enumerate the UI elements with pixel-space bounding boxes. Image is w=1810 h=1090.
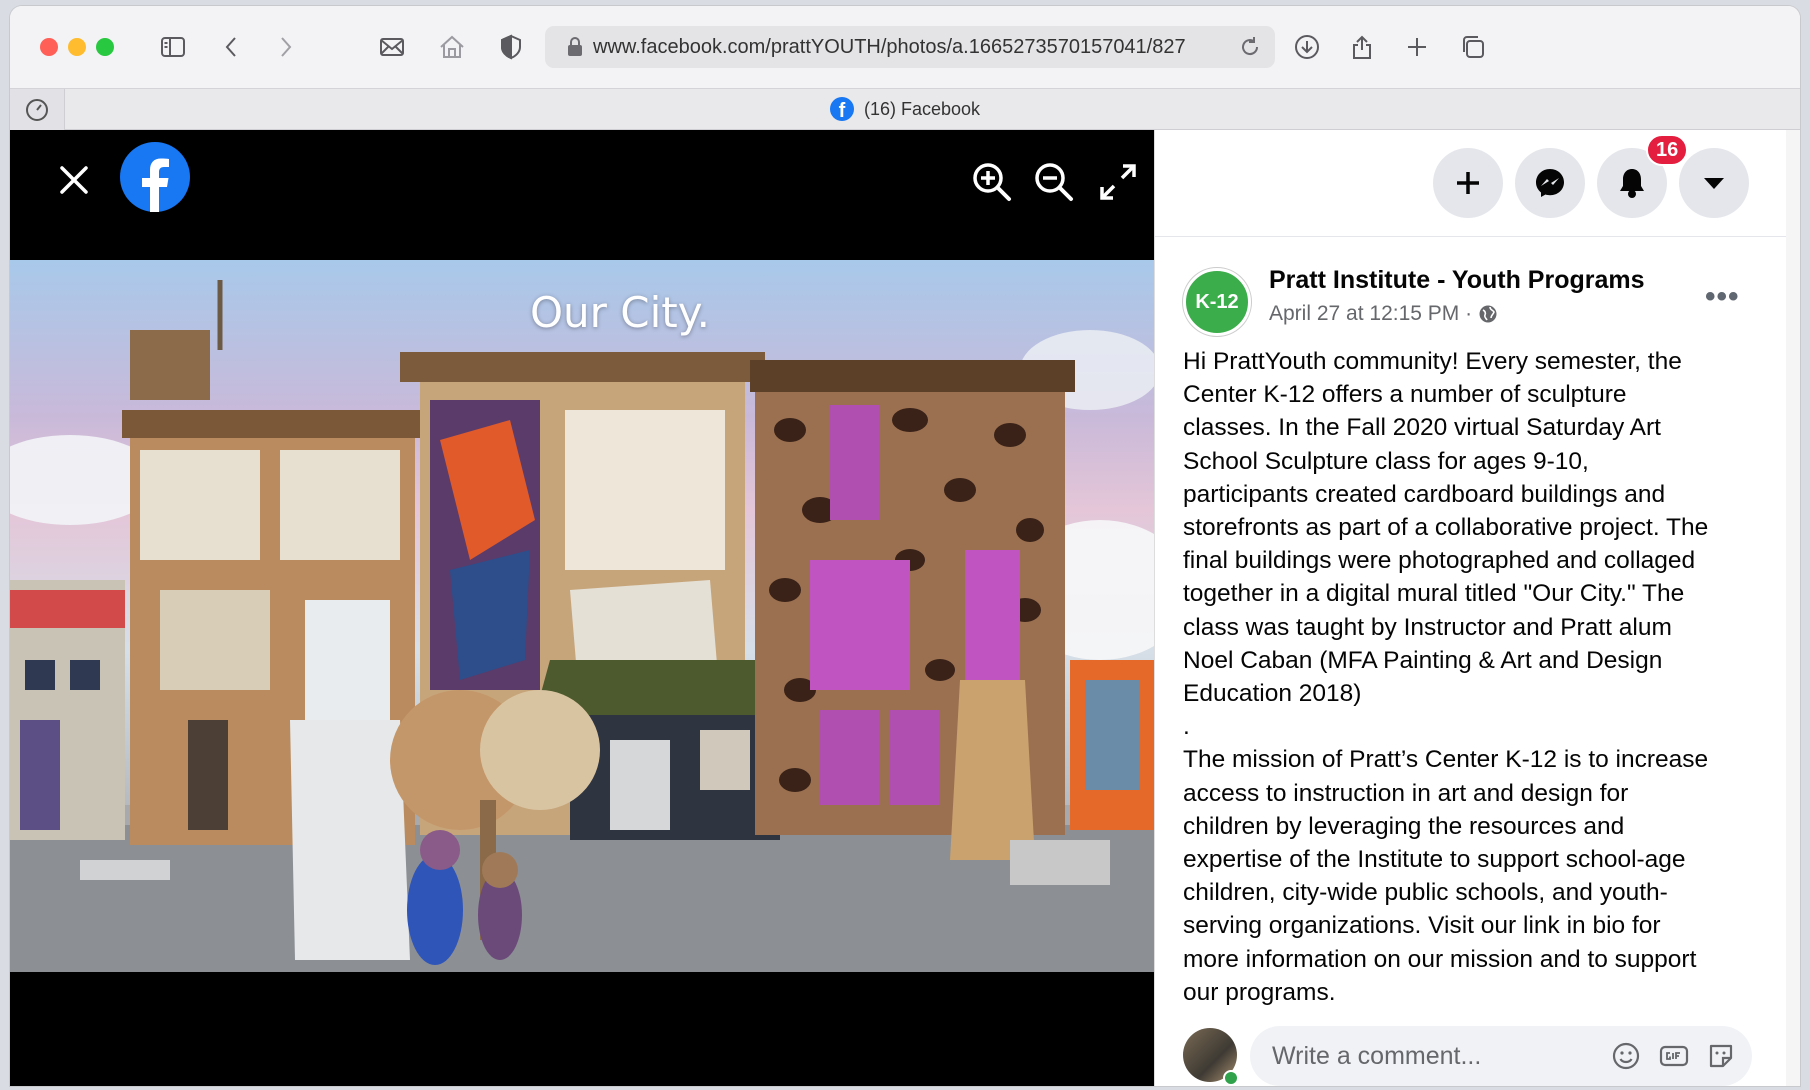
address-bar[interactable]: www.facebook.com/prattYOUTH/photos/a.166… [545, 26, 1275, 68]
notification-count-badge: 16 [1646, 134, 1689, 166]
zoom-in-icon[interactable] [970, 160, 1014, 204]
performance-gauge-icon[interactable] [10, 89, 65, 131]
post-photo[interactable]: Our City. [10, 260, 1154, 972]
caret-down-icon [1704, 178, 1724, 189]
active-tab[interactable]: f (16) Facebook [830, 97, 980, 121]
messenger-icon [1536, 169, 1564, 197]
photo-viewer: Our City. [10, 130, 1154, 1086]
fullscreen-icon[interactable] [1096, 160, 1140, 204]
url-text: www.facebook.com/prattYOUTH/photos/a.166… [593, 35, 1186, 58]
tab-strip: f (16) Facebook [10, 88, 1800, 131]
scrollbar[interactable] [1786, 130, 1800, 1086]
mail-icon[interactable] [375, 30, 409, 64]
facebook-favicon-icon: f [830, 97, 854, 121]
minimize-window-button[interactable] [68, 38, 86, 56]
tab-overview-icon[interactable] [1456, 30, 1490, 64]
sticker-icon[interactable] [1705, 1040, 1737, 1072]
bell-icon [1620, 169, 1644, 198]
privacy-shield-icon[interactable] [494, 30, 528, 64]
share-icon[interactable] [1345, 30, 1379, 64]
facebook-logo-icon[interactable] [120, 142, 190, 212]
lock-icon [568, 37, 582, 56]
close-icon[interactable] [54, 160, 94, 200]
post-timestamp-text: April 27 at 12:15 PM · [1269, 302, 1473, 325]
post-panel: K-12 Pratt Institute - Youth Programs Ap… [1154, 130, 1800, 1086]
comment-input[interactable]: Write a comment... [1250, 1026, 1752, 1086]
zoom-out-icon[interactable] [1032, 160, 1076, 204]
page-name-link[interactable]: Pratt Institute - Youth Programs [1269, 266, 1645, 295]
zoom-window-button[interactable] [96, 38, 114, 56]
post-options-button[interactable]: ••• [1705, 280, 1740, 314]
create-button[interactable] [1433, 148, 1503, 218]
emoji-icon[interactable] [1610, 1040, 1642, 1072]
close-window-button[interactable] [40, 38, 58, 56]
home-icon[interactable] [435, 30, 469, 64]
tab-title-text: (16) Facebook [864, 98, 981, 119]
photo-title-text: Our City. [530, 288, 710, 337]
reload-icon[interactable] [1237, 34, 1263, 60]
browser-window: www.facebook.com/prattYOUTH/photos/a.166… [10, 6, 1800, 1086]
browser-toolbar: www.facebook.com/prattYOUTH/photos/a.166… [10, 6, 1800, 88]
online-status-dot [1223, 1070, 1239, 1086]
post-text: Hi PrattYouth community! Every semester,… [1183, 348, 1709, 1006]
plus-icon [1457, 172, 1479, 194]
comment-placeholder: Write a comment... [1272, 1041, 1482, 1070]
post-timestamp[interactable]: April 27 at 12:15 PM · [1269, 302, 1498, 326]
window-controls [40, 38, 114, 56]
cardboard-city-illustration [10, 280, 1154, 972]
downloads-icon[interactable] [1290, 30, 1324, 64]
header-divider [1155, 236, 1800, 237]
gif-icon[interactable] [1658, 1040, 1690, 1072]
globe-icon [1479, 305, 1497, 323]
back-icon[interactable] [215, 30, 249, 64]
account-menu-button[interactable] [1679, 148, 1749, 218]
forward-icon[interactable] [268, 30, 302, 64]
sidebar-toggle-icon[interactable] [156, 30, 190, 64]
messenger-button[interactable] [1515, 148, 1585, 218]
new-tab-icon[interactable] [1400, 30, 1434, 64]
page-avatar[interactable]: K-12 [1183, 268, 1251, 336]
